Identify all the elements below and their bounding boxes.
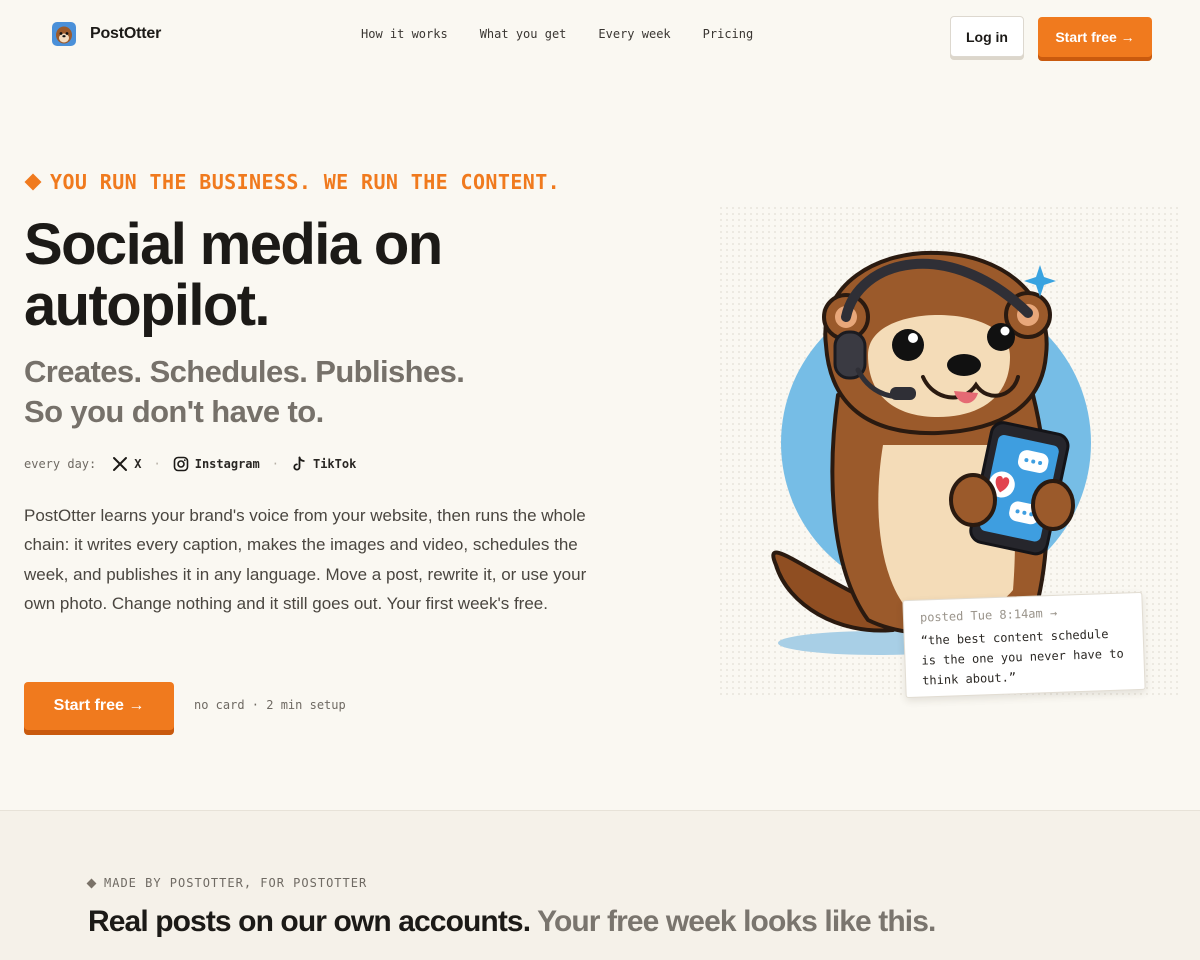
post-quote: “the best content schedule is the one yo… bbox=[920, 627, 1124, 688]
hero-eyebrow: YOU RUN THE BUSINESS. WE RUN THE CONTENT… bbox=[24, 170, 560, 194]
nav-link-every-week[interactable]: Every week bbox=[598, 27, 670, 41]
instagram-icon bbox=[173, 456, 189, 472]
platform-tiktok: TikTok bbox=[291, 456, 356, 472]
platform-x: X bbox=[112, 456, 141, 472]
start-free-nav-button[interactable]: Start free → bbox=[1038, 17, 1152, 57]
hero-subhead-line-2: So you don't have to. bbox=[24, 394, 324, 429]
platforms-label: every day: bbox=[24, 457, 97, 471]
nav-link-how-it-works[interactable]: How it works bbox=[361, 27, 448, 41]
login-button[interactable]: Log in bbox=[950, 16, 1024, 57]
proof-title: Real posts on our own accounts. Your fre… bbox=[88, 905, 936, 939]
platform-instagram-label: Instagram bbox=[194, 457, 260, 471]
x-icon bbox=[113, 457, 128, 471]
post-card: posted Tue 8:14am → “the best content sc… bbox=[902, 591, 1146, 699]
platform-separator: · bbox=[271, 457, 279, 471]
tiktok-icon bbox=[293, 456, 305, 471]
proof-section: MADE BY POSTOTTER, FOR POSTOTTER Real po… bbox=[0, 810, 1200, 960]
hero-eyebrow-text: YOU RUN THE BUSINESS. WE RUN THE CONTENT… bbox=[50, 170, 561, 194]
hero-headline: Social media on autopilot. bbox=[24, 212, 443, 338]
nav-link-pricing[interactable]: Pricing bbox=[703, 27, 754, 41]
platform-list: every day: X · Instagram · TikTok bbox=[24, 454, 356, 474]
brand[interactable]: PostOtter bbox=[52, 22, 161, 46]
cta-note: no card · 2 min setup bbox=[194, 698, 346, 712]
hero-subhead-line-1: Creates. Schedules. Publishes. bbox=[24, 354, 465, 389]
diamond-icon bbox=[24, 173, 42, 191]
proof-title-muted: Your free week looks like this. bbox=[537, 905, 936, 938]
hero-description: PostOtter learns your brand's voice from… bbox=[24, 506, 587, 613]
brand-name: PostOtter bbox=[90, 25, 162, 42]
nav-links: How it works What you get Every week Pri… bbox=[361, 27, 753, 41]
platform-x-label: X bbox=[134, 457, 142, 471]
platform-separator: · bbox=[153, 457, 161, 471]
platform-instagram: Instagram bbox=[173, 456, 260, 472]
otter-logo-icon bbox=[52, 22, 76, 46]
top-nav: PostOtter How it works What you get Ever… bbox=[0, 0, 1200, 70]
diamond-icon bbox=[86, 878, 97, 888]
hero-subhead: Creates. Schedules. Publishes. So you do… bbox=[24, 352, 624, 432]
platform-tiktok-label: TikTok bbox=[312, 457, 357, 471]
post-meta: posted Tue 8:14am → bbox=[919, 605, 1058, 625]
nav-link-what-you-get[interactable]: What you get bbox=[480, 27, 567, 41]
proof-eyebrow-text: MADE BY POSTOTTER, FOR POSTOTTER bbox=[104, 876, 368, 890]
start-free-hero-button[interactable]: Start free → bbox=[24, 682, 174, 730]
proof-title-main: Real posts on our own accounts. bbox=[88, 905, 531, 938]
proof-eyebrow: MADE BY POSTOTTER, FOR POSTOTTER bbox=[86, 876, 368, 890]
